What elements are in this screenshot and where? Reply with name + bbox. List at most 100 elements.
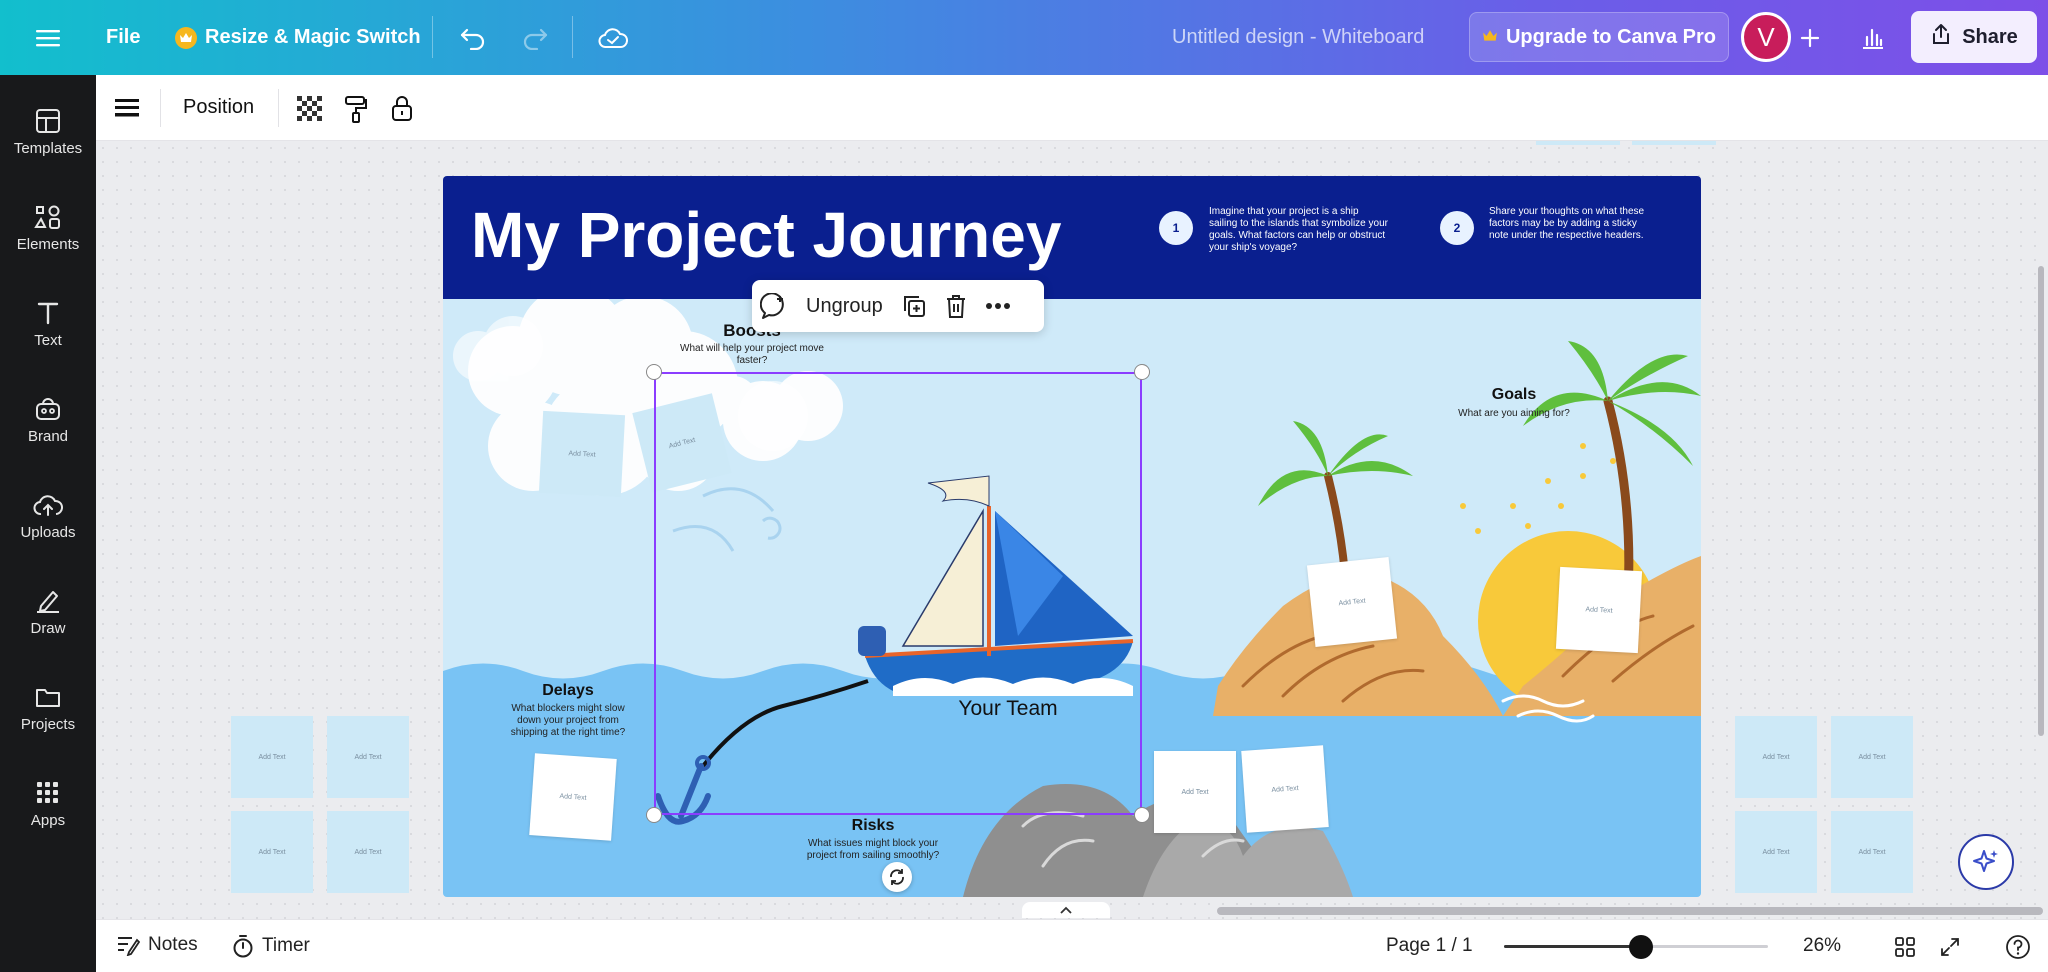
trash-icon[interactable] bbox=[935, 293, 977, 319]
sidebar-item-label: Brand bbox=[27, 427, 69, 445]
share-label: Share bbox=[1962, 25, 2018, 48]
undo-icon[interactable] bbox=[456, 0, 490, 75]
delays-subtitle[interactable]: What blockers might slow down your proje… bbox=[501, 703, 635, 739]
sticky-note[interactable]: Add Text bbox=[1735, 811, 1817, 893]
line-weight-icon[interactable] bbox=[114, 95, 140, 121]
share-button[interactable]: Share bbox=[1911, 11, 2037, 63]
top-bar: File Resize & Magic Switch Untitled desi… bbox=[0, 0, 2048, 75]
sidebar-item-label: Draw bbox=[30, 619, 66, 637]
ungroup-button[interactable]: Ungroup bbox=[796, 295, 893, 318]
cloud-saved-icon[interactable] bbox=[596, 0, 630, 75]
page-indicator[interactable]: Page 1 / 1 bbox=[1386, 935, 1473, 957]
step-1-text[interactable]: Imagine that your project is a ship sail… bbox=[1209, 206, 1389, 254]
help-icon[interactable] bbox=[2004, 933, 2032, 961]
resize-handle[interactable] bbox=[646, 364, 662, 380]
grid-view-icon[interactable] bbox=[1892, 934, 1918, 960]
sidebar-item-label: Apps bbox=[30, 811, 66, 829]
vertical-scrollbar[interactable] bbox=[2038, 266, 2044, 736]
sidebar-item-text[interactable]: Text bbox=[0, 279, 96, 369]
sticky-note[interactable]: Add Text bbox=[1306, 556, 1398, 648]
sticky-note[interactable]: Add Text bbox=[1555, 566, 1643, 654]
sidebar-item-templates[interactable]: Templates bbox=[0, 87, 96, 177]
file-menu[interactable]: File bbox=[106, 0, 140, 75]
sidebar-item-draw[interactable]: Draw bbox=[0, 567, 96, 657]
notes-label: Notes bbox=[148, 934, 198, 955]
fullscreen-icon[interactable] bbox=[1937, 934, 1963, 960]
chevron-up-icon[interactable] bbox=[1022, 902, 1110, 918]
crown-icon bbox=[1482, 26, 1498, 49]
position-button[interactable]: Position bbox=[183, 96, 254, 119]
resize-handle[interactable] bbox=[1134, 807, 1150, 823]
left-sidebar: Templates Elements Text Brand Uploads Dr… bbox=[0, 75, 96, 972]
resize-handle[interactable] bbox=[1134, 364, 1150, 380]
brand-icon bbox=[36, 397, 60, 420]
upgrade-pro-button[interactable]: Upgrade to Canva Pro bbox=[1469, 12, 1729, 62]
sidebar-item-brand[interactable]: Brand bbox=[0, 375, 96, 465]
magic-assistant-icon[interactable] bbox=[1958, 834, 2014, 890]
board-title[interactable]: My Project Journey bbox=[471, 198, 1061, 272]
sticky-note[interactable]: Add Text bbox=[529, 753, 617, 841]
zoom-slider-thumb[interactable] bbox=[1629, 935, 1654, 959]
risks-subtitle[interactable]: What issues might block your project fro… bbox=[796, 838, 950, 862]
canvas-workspace[interactable]: Add Text Add Text Add Text Add Text Add … bbox=[96, 141, 2048, 919]
boosts-subtitle[interactable]: What will help your project move faster? bbox=[679, 343, 825, 367]
sticky-note-edge[interactable] bbox=[1632, 141, 1716, 145]
projects-icon bbox=[36, 688, 60, 707]
delays-heading[interactable]: Delays bbox=[503, 682, 633, 700]
resize-handle[interactable] bbox=[646, 807, 662, 823]
sticky-note[interactable]: Add Text bbox=[538, 410, 626, 498]
sidebar-item-elements[interactable]: Elements bbox=[0, 183, 96, 273]
selection-box[interactable] bbox=[654, 372, 1142, 815]
avatar[interactable]: V bbox=[1741, 12, 1791, 62]
sidebar-item-label: Projects bbox=[20, 715, 76, 733]
step-number-1: 1 bbox=[1172, 221, 1180, 235]
sticky-note[interactable]: Add Text bbox=[231, 811, 313, 893]
sticky-note[interactable]: Add Text bbox=[1831, 716, 1913, 798]
bottom-bar: Notes Timer Page 1 / 1 26% bbox=[96, 919, 2048, 972]
zoom-level[interactable]: 26% bbox=[1803, 935, 1841, 957]
rotate-icon[interactable] bbox=[882, 862, 912, 892]
templates-icon bbox=[36, 108, 60, 133]
paint-roller-icon[interactable] bbox=[342, 94, 370, 124]
sticky-note[interactable]: Add Text bbox=[1735, 716, 1817, 798]
sidebar-item-projects[interactable]: Projects bbox=[0, 663, 96, 753]
timer-label: Timer bbox=[262, 935, 310, 956]
menu-icon[interactable] bbox=[30, 0, 66, 75]
notes-button[interactable]: Notes bbox=[116, 934, 198, 956]
redo-icon[interactable] bbox=[518, 0, 552, 75]
sticky-note[interactable]: Add Text bbox=[327, 811, 409, 893]
upgrade-label: Upgrade to Canva Pro bbox=[1505, 25, 1717, 48]
zoom-slider[interactable] bbox=[1504, 935, 1768, 959]
sticky-note[interactable]: Add Text bbox=[231, 716, 313, 798]
sidebar-item-apps[interactable]: Apps bbox=[0, 759, 96, 849]
transparency-icon[interactable] bbox=[296, 95, 324, 123]
risks-heading[interactable]: Risks bbox=[808, 817, 938, 835]
add-comment-icon[interactable] bbox=[752, 293, 796, 319]
editor-toolbar: Position bbox=[96, 75, 2048, 141]
add-collaborator-icon[interactable] bbox=[1797, 0, 1823, 75]
sticky-note-edge[interactable] bbox=[1536, 141, 1620, 145]
goals-heading[interactable]: Goals bbox=[1449, 386, 1579, 404]
step-2-text[interactable]: Share your thoughts on what these factor… bbox=[1489, 206, 1649, 242]
resize-magic-switch-button[interactable]: Resize & Magic Switch bbox=[175, 0, 421, 75]
sticky-note[interactable]: Add Text bbox=[1241, 745, 1329, 833]
draw-icon bbox=[37, 590, 59, 613]
divider bbox=[572, 16, 573, 58]
insights-icon[interactable] bbox=[1856, 0, 1890, 75]
sticky-note[interactable]: Add Text bbox=[1154, 751, 1236, 833]
sidebar-item-uploads[interactable]: Uploads bbox=[0, 471, 96, 561]
share-icon bbox=[1930, 23, 1952, 51]
elements-icon bbox=[34, 205, 60, 229]
more-options-icon[interactable] bbox=[977, 302, 1019, 310]
goals-subtitle[interactable]: What are you aiming for? bbox=[1439, 408, 1589, 420]
duplicate-icon[interactable] bbox=[893, 293, 935, 319]
step-number-2: 2 bbox=[1453, 221, 1461, 235]
sticky-note[interactable]: Add Text bbox=[327, 716, 409, 798]
sticky-note[interactable]: Add Text bbox=[1831, 811, 1913, 893]
timer-button[interactable]: Timer bbox=[232, 934, 310, 958]
document-title[interactable]: Untitled design - Whiteboard bbox=[1172, 0, 1424, 75]
horizontal-scrollbar[interactable] bbox=[1217, 907, 2043, 915]
lock-icon[interactable] bbox=[388, 93, 416, 123]
text-icon bbox=[37, 302, 59, 324]
sidebar-item-label: Elements bbox=[16, 235, 80, 253]
